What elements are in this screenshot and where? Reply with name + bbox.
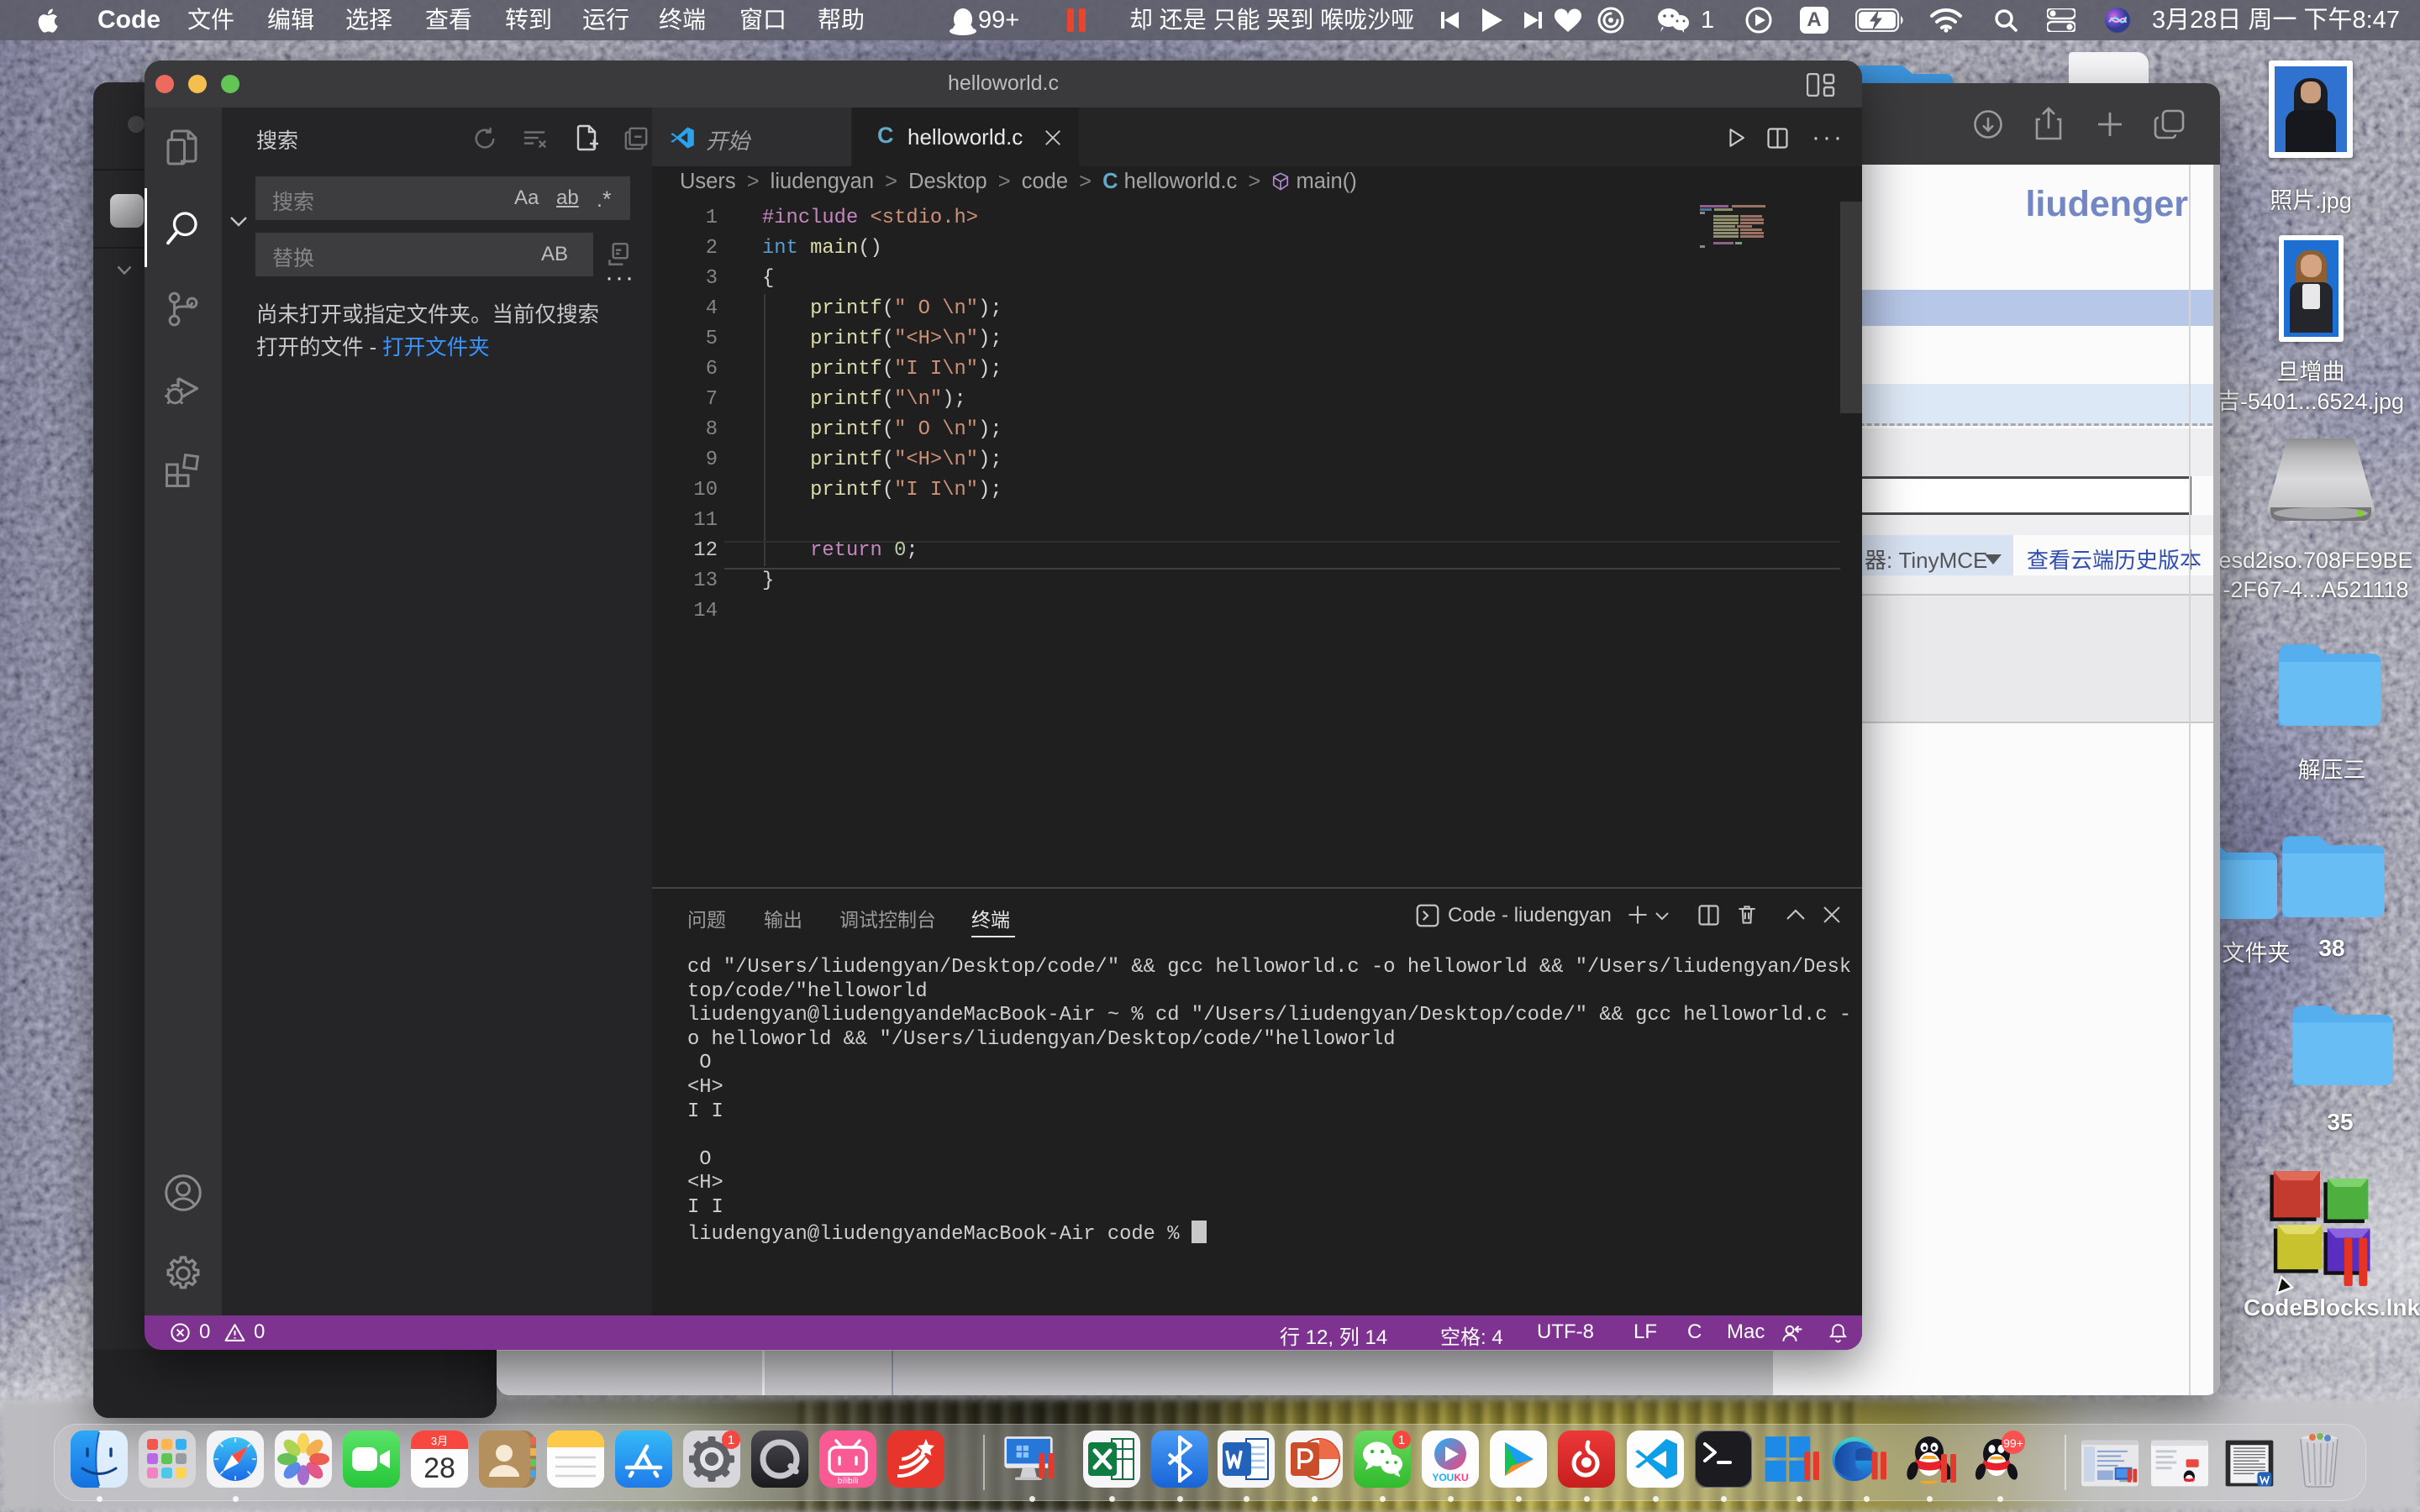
svg-text:YOUKU: YOUKU (1432, 1472, 1468, 1483)
svg-text:99+: 99+ (2003, 1436, 2023, 1450)
svg-text:28: 28 (424, 1452, 455, 1484)
svg-text:1: 1 (728, 1433, 734, 1447)
svg-text:3月: 3月 (431, 1435, 448, 1447)
svg-text:1: 1 (1398, 1433, 1405, 1447)
svg-text:bilibili: bilibili (838, 1477, 858, 1486)
